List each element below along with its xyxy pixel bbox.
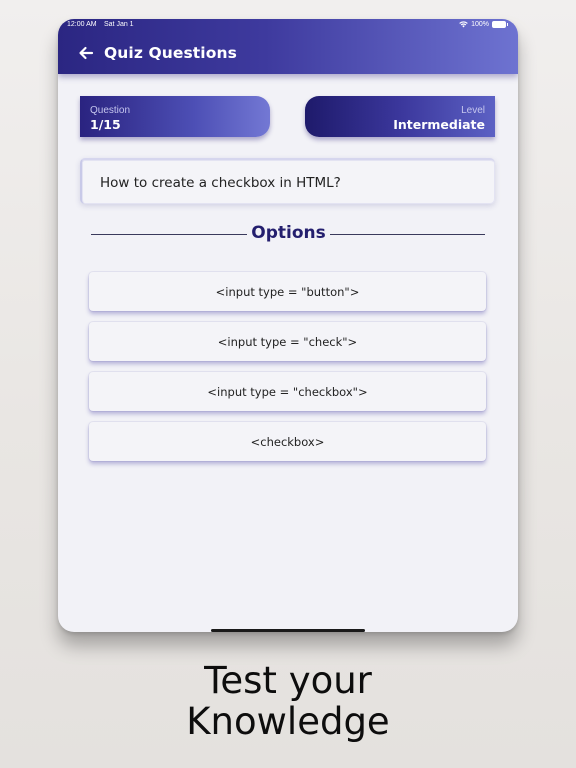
marketing-caption: Test your Knowledge: [0, 660, 576, 742]
status-right: 100%: [459, 21, 508, 28]
arrow-left-icon[interactable]: [76, 43, 96, 63]
device-frame: 12:00 AM Sat Jan 1 100% Quiz Questions Q…: [58, 19, 518, 632]
level-value: Intermediate: [393, 117, 485, 132]
option-button-1[interactable]: <input type = "button">: [89, 272, 486, 311]
level-card: Level Intermediate: [305, 96, 495, 137]
options-header: Options: [91, 222, 485, 246]
option-button-3[interactable]: <input type = "checkbox">: [89, 372, 486, 411]
question-counter-value: 1/15: [90, 117, 121, 132]
options-title: Options: [251, 223, 326, 243]
level-label: Level: [461, 105, 485, 116]
status-date: Sat Jan 1: [104, 21, 134, 28]
caption-line-1: Test your: [204, 659, 372, 702]
options-divider-left: [91, 234, 247, 235]
caption-line-2: Knowledge: [186, 700, 390, 743]
options-divider-right: [330, 234, 485, 235]
battery-icon: [492, 21, 508, 28]
home-indicator[interactable]: [211, 629, 365, 632]
question-text: How to create a checkbox in HTML?: [100, 175, 341, 191]
status-time: 12:00 AM: [67, 21, 97, 28]
wifi-icon: [459, 21, 468, 28]
option-button-4[interactable]: <checkbox>: [89, 422, 486, 461]
question-box: How to create a checkbox in HTML?: [80, 158, 495, 204]
question-counter-label: Question: [90, 105, 131, 116]
option-button-2[interactable]: <input type = "check">: [89, 322, 486, 361]
question-counter-card: Question 1/15: [80, 96, 270, 137]
status-bar: 12:00 AM Sat Jan 1 100%: [58, 19, 518, 33]
page-title: Quiz Questions: [104, 44, 237, 62]
app-bar: 12:00 AM Sat Jan 1 100% Quiz Questions: [58, 19, 518, 74]
battery-percent: 100%: [471, 21, 489, 28]
